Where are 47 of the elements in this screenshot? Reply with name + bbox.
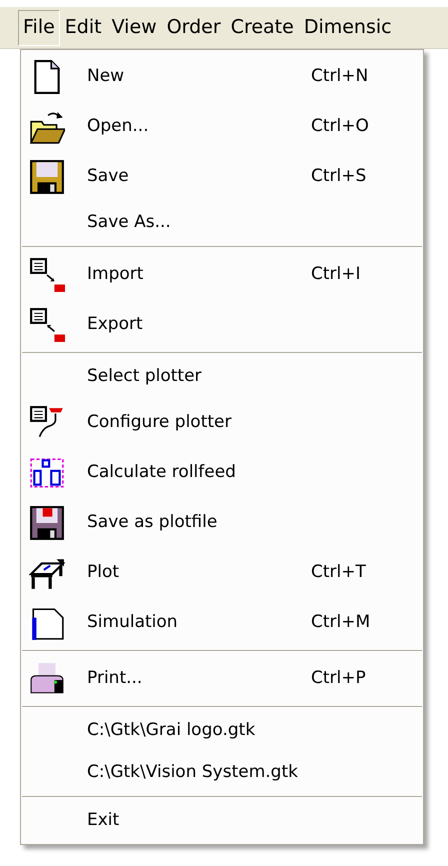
menu-item-label: C:\Gtk\Grai logo.gtk xyxy=(87,719,256,742)
menu-item-label: Plot xyxy=(87,561,120,584)
menu-item[interactable]: New Ctrl+N xyxy=(21,52,423,102)
menu-item-label: Save as plotfile xyxy=(87,511,218,534)
menu-item[interactable]: Select plotter xyxy=(21,356,423,398)
shortcut-label: Ctrl+P xyxy=(311,667,366,690)
menu-item-label: Print... xyxy=(87,667,144,690)
menu-item-label: Configure plotter xyxy=(87,411,232,434)
menu-item[interactable]: C:\Gtk\Grai logo.gtk xyxy=(21,710,423,752)
menu-bar-item[interactable]: Create xyxy=(226,10,299,46)
menu-item-label: Save As... xyxy=(87,211,172,234)
menu-item-label: C:\Gtk\Vision System.gtk xyxy=(87,761,299,784)
shortcut-label: Ctrl+N xyxy=(311,65,368,88)
menu-item[interactable]: Save As... xyxy=(21,202,423,244)
menu-item[interactable]: Import Ctrl+I xyxy=(21,250,423,300)
menu-bar-item[interactable]: Edit xyxy=(60,10,107,46)
shortcut-label: Ctrl+O xyxy=(311,115,369,138)
document-arrow-icon xyxy=(29,257,65,293)
menu-item[interactable]: Save as plotfile xyxy=(21,498,423,548)
document-arrow-icon xyxy=(29,307,65,343)
shortcut-label: Ctrl+S xyxy=(311,165,366,188)
menu-item[interactable]: Simulation Ctrl+M xyxy=(21,598,423,648)
menu-item-label: Calculate rollfeed xyxy=(87,461,237,484)
menu-item-label: Save xyxy=(87,165,130,188)
menu-bar-item[interactable]: File xyxy=(18,10,60,46)
menu-item[interactable]: Print... Ctrl+P xyxy=(21,654,423,704)
menu-item-label: New xyxy=(87,65,126,88)
menu-item[interactable]: Exit xyxy=(21,800,423,842)
menu-bar-item[interactable]: Dimensic xyxy=(298,10,397,46)
menu-item-label: Select plotter xyxy=(87,365,203,388)
menu-item[interactable]: Calculate rollfeed xyxy=(21,448,423,498)
menu-item[interactable]: Open... Ctrl+O xyxy=(21,102,423,152)
menu-item-label: Import xyxy=(87,263,144,286)
menu-item[interactable]: Export xyxy=(21,300,423,350)
menu-item-label: Export xyxy=(87,313,144,336)
shortcut-label: Ctrl+T xyxy=(311,561,366,584)
menu-item[interactable]: C:\Gtk\Vision System.gtk xyxy=(21,752,423,794)
menu-item[interactable]: Configure plotter xyxy=(21,398,423,448)
menu-item[interactable]: Save Ctrl+S xyxy=(21,152,423,202)
menu-item-label: Simulation xyxy=(87,611,179,634)
menu-item[interactable]: Plot Ctrl+T xyxy=(21,548,423,598)
menu-bar-item[interactable]: View xyxy=(106,10,162,46)
menu-item-label: Exit xyxy=(87,809,120,832)
menu-bar-item[interactable]: Order xyxy=(162,10,226,46)
shortcut-label: Ctrl+M xyxy=(311,611,370,634)
shortcut-label: Ctrl+I xyxy=(311,263,361,286)
menu-item-label: Open... xyxy=(87,115,150,138)
